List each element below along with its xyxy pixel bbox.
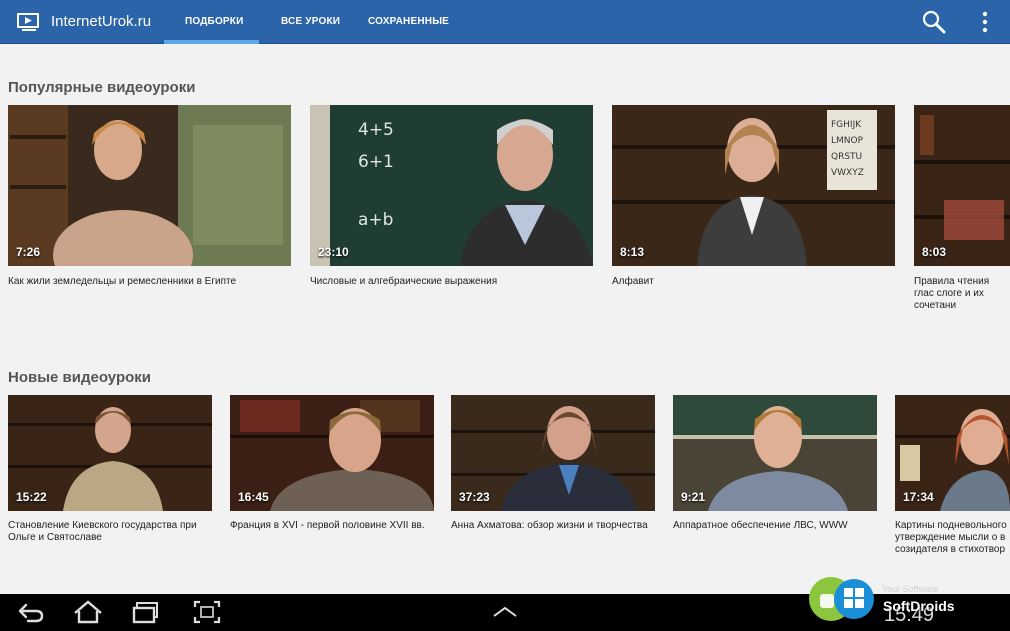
video-duration: 37:23	[459, 490, 490, 504]
video-caption: Числовые и алгебраические выражения	[310, 276, 498, 287]
tab-all-lessons[interactable]: ВСЕ УРОКИ	[281, 16, 340, 27]
svg-text:LMNOP: LMNOP	[831, 136, 864, 146]
app-bar: InternetUrok.ru ПОДБОРКИ ВСЕ УРОКИ СОХРА…	[0, 0, 1010, 44]
svg-text:4+5: 4+5	[358, 120, 394, 140]
recent-apps-icon[interactable]	[131, 599, 163, 625]
video-caption: Анна Ахматова: обзор жизни и творчества	[451, 520, 648, 531]
home-icon[interactable]	[72, 599, 104, 625]
video-caption: Становление Киевского государства при Ол…	[8, 520, 197, 543]
svg-text:FGHIJK: FGHIJK	[831, 120, 862, 130]
video-caption: Картины подневольного утверждение мысли …	[895, 520, 1007, 555]
video-duration: 16:45	[238, 490, 269, 504]
video-duration: 9:21	[681, 490, 706, 504]
softdroids-logo-icon	[809, 577, 874, 621]
video-caption: Алфавит	[612, 276, 654, 287]
search-icon[interactable]	[921, 9, 947, 35]
tab-collections[interactable]: ПОДБОРКИ	[185, 16, 244, 27]
video-card[interactable]: 7:26 Как жили земледельцы и ремесленники…	[8, 105, 291, 300]
video-card[interactable]: 4+5 6+1 a+b 23:10 Числовые и алгебраичес…	[310, 105, 593, 300]
app-title: InternetUrok.ru	[51, 13, 152, 30]
svg-text:QRSTU: QRSTU	[831, 152, 862, 162]
svg-text:6+1: 6+1	[358, 152, 394, 172]
tab-saved[interactable]: СОХРАНЕННЫЕ	[368, 16, 449, 27]
video-thumbnail[interactable]	[8, 105, 291, 266]
overflow-menu-icon[interactable]	[980, 11, 990, 33]
video-caption: Правила чтения глас слоге и их сочетани	[914, 276, 990, 311]
tv-logo-icon[interactable]	[16, 11, 42, 33]
screenshot-icon[interactable]	[191, 599, 223, 625]
video-card[interactable]: 8:03 Правила чтения глас слоге и их соче…	[914, 105, 1010, 311]
video-caption: Как жили земледельцы и ремесленники в Ег…	[8, 276, 237, 287]
watermark-text: SoftDroids	[883, 598, 955, 614]
section-title-popular: Популярные видеоуроки	[8, 79, 196, 96]
video-card[interactable]: 15:22 Становление Киевского государства …	[8, 395, 212, 555]
video-card[interactable]: 9:21 Аппаратное обеспечение ЛВС, WWW	[673, 395, 877, 555]
svg-text:a+b: a+b	[358, 210, 393, 230]
video-caption: Франция в XVI - первой половине XVII вв.	[230, 520, 425, 531]
video-card[interactable]: FGHIJK LMNOP QRSTU VWXYZ 8:13 Алфавит	[612, 105, 895, 300]
video-card[interactable]: 37:23 Анна Ахматова: обзор жизни и творч…	[451, 395, 655, 555]
video-thumbnail[interactable]: FGHIJK LMNOP QRSTU VWXYZ	[612, 105, 895, 266]
video-caption: Аппаратное обеспечение ЛВС, WWW	[673, 520, 848, 531]
back-icon[interactable]	[14, 599, 46, 625]
active-tab-indicator	[164, 40, 259, 44]
video-thumbnail[interactable]	[914, 105, 1010, 266]
watermark-tagline: Your Software	[882, 584, 939, 594]
section-title-new: Новые видеоуроки	[8, 369, 152, 386]
video-thumbnail[interactable]: 4+5 6+1 a+b	[310, 105, 593, 266]
chevron-up-icon[interactable]	[489, 599, 521, 625]
video-card[interactable]: 16:45 Франция в XVI - первой половине XV…	[230, 395, 434, 555]
svg-text:VWXYZ: VWXYZ	[831, 168, 864, 178]
video-card[interactable]: 17:34 Картины подневольного утверждение …	[895, 395, 1010, 555]
